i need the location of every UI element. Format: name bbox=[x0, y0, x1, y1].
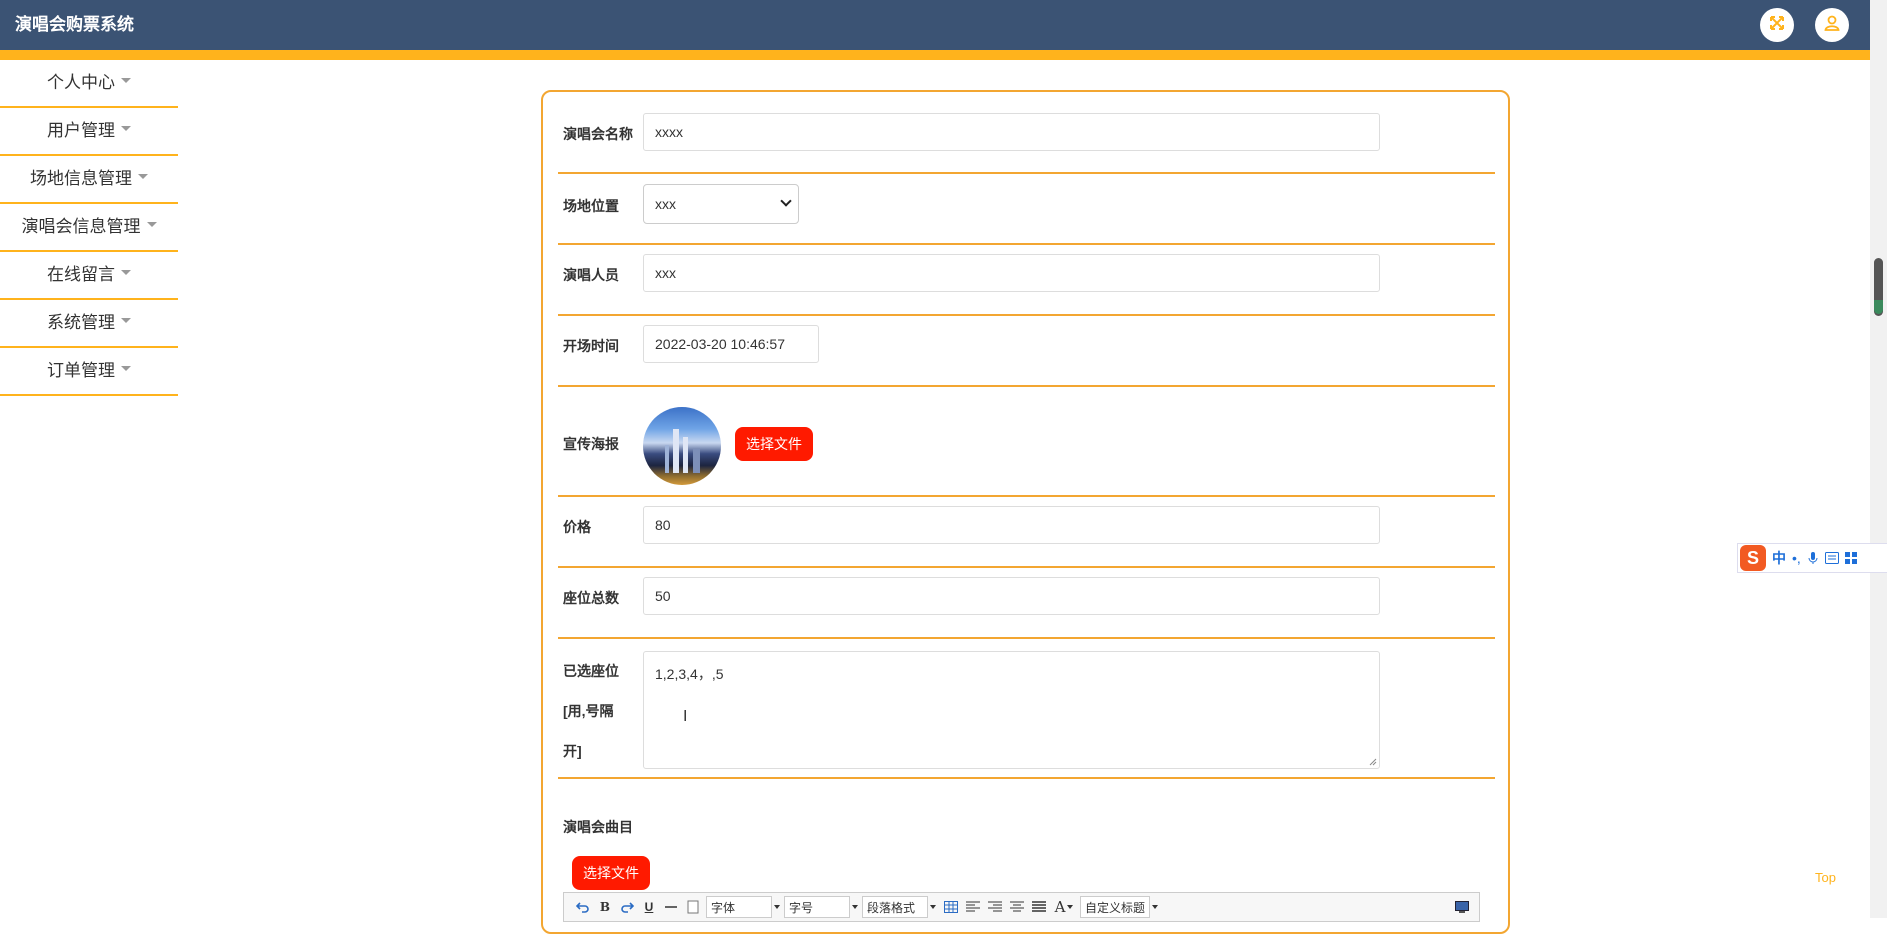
form-row-performers: 演唱人员 xxx bbox=[558, 245, 1495, 316]
start-time-input[interactable]: 2022-03-20 10:46:57 bbox=[643, 325, 819, 363]
text-cursor-icon: I bbox=[683, 708, 688, 725]
concert-name-input[interactable]: xxxx bbox=[643, 113, 1380, 151]
start-time-label: 开场时间 bbox=[563, 338, 619, 354]
total-seats-label: 座位总数 bbox=[563, 590, 619, 606]
concert-name-label: 演唱会名称 bbox=[563, 126, 633, 142]
venue-selected-value: xxx bbox=[655, 196, 676, 212]
price-input[interactable]: 80 bbox=[643, 506, 1380, 544]
venue-label: 场地位置 bbox=[563, 198, 619, 214]
user-menu-button[interactable] bbox=[1815, 8, 1849, 42]
poster-choose-file-button[interactable]: 选择文件 bbox=[735, 427, 813, 461]
font-size-select[interactable]: 字号 bbox=[784, 896, 858, 918]
price-label: 价格 bbox=[563, 519, 591, 535]
form-row-start-time: 开场时间 2022-03-20 10:46:57 bbox=[558, 316, 1495, 387]
songs-choose-file-button[interactable]: 选择文件 bbox=[572, 856, 650, 890]
undo-icon[interactable] bbox=[572, 896, 594, 918]
poster-label: 宣传海报 bbox=[563, 436, 619, 452]
horizontal-rule-icon[interactable] bbox=[660, 896, 682, 918]
venue-select[interactable]: xxx bbox=[643, 184, 799, 224]
align-justify-icon[interactable] bbox=[1028, 896, 1050, 918]
sidebar-item-label: 在线留言 bbox=[47, 265, 115, 284]
align-right-icon[interactable] bbox=[984, 896, 1006, 918]
sidebar-item-label: 用户管理 bbox=[47, 121, 115, 140]
sidebar-item-venue-management[interactable]: 场地信息管理 bbox=[0, 156, 178, 204]
selected-seats-textarea[interactable]: 1,2,3,4，,5 I bbox=[643, 651, 1380, 769]
bold-icon[interactable]: B bbox=[594, 896, 616, 918]
fullscreen-button[interactable] bbox=[1760, 8, 1794, 42]
sidebar-item-online-messages[interactable]: 在线留言 bbox=[0, 252, 178, 300]
fullscreen-editor-icon[interactable] bbox=[1451, 896, 1473, 918]
form-row-selected-seats: 已选座位 [用,号隔 开] 1,2,3,4，,5 I bbox=[558, 639, 1495, 779]
sidebar-item-label: 订单管理 bbox=[47, 361, 115, 380]
microphone-icon[interactable] bbox=[1807, 551, 1819, 565]
keyboard-icon[interactable] bbox=[1824, 552, 1839, 564]
songs-label: 演唱会曲目 bbox=[563, 819, 633, 835]
align-center-icon[interactable] bbox=[1006, 896, 1028, 918]
sidebar-item-order-management[interactable]: 订单管理 bbox=[0, 348, 178, 396]
font-family-select[interactable]: 字体 bbox=[706, 896, 780, 918]
caret-down-icon bbox=[121, 270, 131, 276]
resize-handle-icon[interactable] bbox=[1369, 758, 1377, 766]
caret-down-icon bbox=[146, 222, 157, 228]
caret-down-icon bbox=[121, 78, 131, 84]
font-color-icon[interactable]: A bbox=[1050, 896, 1078, 918]
dropdown-arrow-icon bbox=[1152, 905, 1158, 909]
sidebar-item-user-management[interactable]: 用户管理 bbox=[0, 108, 178, 156]
ime-mode-toggle[interactable]: 中 bbox=[1772, 548, 1786, 568]
form-row-total-seats: 座位总数 50 bbox=[558, 568, 1495, 639]
form-row-venue: 场地位置 xxx bbox=[558, 174, 1495, 245]
form-row-poster: 宣传海报 选择文件 bbox=[558, 387, 1495, 497]
concert-edit-form: 演唱会名称 xxxx 场地位置 xxx 演唱人员 xxx 开场时间 2022-0… bbox=[541, 90, 1510, 934]
form-row-price: 价格 80 bbox=[558, 497, 1495, 568]
form-row-concert-name: 演唱会名称 xxxx bbox=[558, 112, 1495, 174]
sidebar-item-label: 场地信息管理 bbox=[30, 169, 132, 188]
sidebar-item-personal-center[interactable]: 个人中心 bbox=[0, 60, 178, 108]
caret-down-icon bbox=[138, 174, 148, 180]
caret-down-icon bbox=[121, 366, 131, 372]
custom-title-select[interactable]: 自定义标题 bbox=[1080, 896, 1158, 918]
page-scrollbar[interactable] bbox=[1870, 0, 1887, 918]
redo-icon[interactable] bbox=[616, 896, 638, 918]
selected-seats-value: 1,2,3,4，,5 bbox=[655, 666, 724, 682]
total-seats-input[interactable]: 50 bbox=[643, 577, 1380, 615]
sidebar-item-system-management[interactable]: 系统管理 bbox=[0, 300, 178, 348]
sidebar-menu: 个人中心 用户管理 场地信息管理 演唱会信息管理 在线留言 系统管理 订单管理 bbox=[0, 60, 178, 396]
dropdown-arrow-icon bbox=[930, 905, 936, 909]
poster-thumbnail bbox=[643, 407, 721, 485]
performers-input[interactable]: xxx bbox=[643, 254, 1380, 292]
expand-icon bbox=[1768, 14, 1786, 37]
scrollbar-thumb-tip bbox=[1874, 300, 1883, 314]
user-icon bbox=[1823, 14, 1841, 37]
sogou-logo-icon[interactable]: S bbox=[1740, 545, 1766, 571]
dropdown-arrow-icon bbox=[774, 905, 780, 909]
performers-label: 演唱人员 bbox=[563, 267, 619, 283]
chevron-down-icon bbox=[780, 195, 792, 207]
document-icon[interactable] bbox=[682, 896, 704, 918]
app-title: 演唱会购票系统 bbox=[15, 15, 134, 34]
align-left-icon[interactable] bbox=[962, 896, 984, 918]
dropdown-arrow-icon bbox=[852, 905, 858, 909]
grid-menu-icon[interactable] bbox=[1844, 552, 1857, 564]
table-icon[interactable] bbox=[940, 896, 962, 918]
top-header: 演唱会购票系统 bbox=[0, 0, 1870, 60]
sidebar-item-concert-management[interactable]: 演唱会信息管理 bbox=[0, 204, 178, 252]
underline-icon[interactable]: U bbox=[638, 896, 660, 918]
selected-seats-label: 已选座位 [用,号隔 开] bbox=[563, 663, 619, 759]
caret-down-icon bbox=[121, 126, 131, 132]
ime-toolbar: S 中 •, bbox=[1737, 543, 1887, 573]
punctuation-icon[interactable]: •, bbox=[1792, 550, 1801, 566]
back-to-top-link[interactable]: Top bbox=[1815, 870, 1836, 885]
caret-down-icon bbox=[121, 318, 131, 324]
sidebar-item-label: 系统管理 bbox=[47, 313, 115, 332]
sidebar-item-label: 个人中心 bbox=[47, 73, 115, 92]
sidebar-item-label: 演唱会信息管理 bbox=[21, 217, 141, 236]
paragraph-format-select[interactable]: 段落格式 bbox=[862, 896, 936, 918]
